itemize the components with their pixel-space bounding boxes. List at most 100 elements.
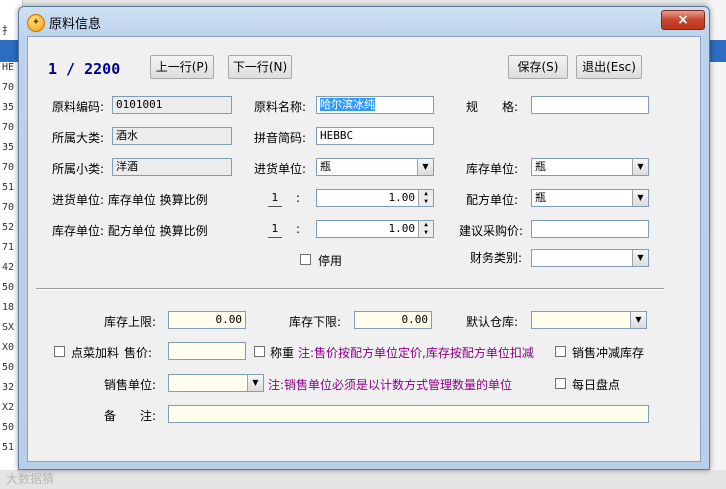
background-row-label: X2 — [2, 402, 15, 413]
close-button[interactable]: × — [661, 10, 705, 30]
background-row-label: 50 — [2, 282, 15, 293]
ratio1-spinner[interactable]: 1.00 ▲ ▼ — [316, 189, 434, 207]
dialog-body: 1 / 2200 上一行(P) 下一行(N) 保存(S) 退出(Esc) 原料编… — [27, 36, 701, 462]
ratio2-spinner[interactable]: 1.00 ▲ ▼ — [316, 220, 434, 238]
chevron-down-icon[interactable]: ▼ — [632, 190, 648, 206]
sale-unit-label: 销售单位: — [104, 378, 157, 392]
ratio1-colon: : — [296, 191, 301, 205]
recipe-unit-select[interactable]: 瓶 ▼ — [531, 189, 649, 207]
chevron-down-icon[interactable]: ▼ — [247, 375, 263, 391]
background-row-label: 35 — [2, 102, 15, 113]
pinyin-label: 拼音简码: — [254, 131, 307, 145]
stock-min-label: 库存下限: — [289, 315, 342, 329]
sale-offset-checkbox[interactable] — [555, 346, 566, 357]
ratio2-one: 1 — [268, 221, 282, 238]
ratio2-colon: : — [296, 222, 301, 236]
stock-max-label: 库存上限: — [104, 315, 157, 329]
background-row-label: 扌 — [2, 26, 12, 37]
subcategory-label: 所属小类: — [52, 162, 105, 176]
app-logo-icon: ✦ — [27, 14, 45, 32]
category-label: 所属大类: — [52, 131, 105, 145]
warehouse-label: 默认仓库: — [466, 315, 519, 329]
spinner-arrows-icon[interactable]: ▲ ▼ — [418, 221, 433, 237]
sale-offset-label: 销售冲减库存 — [572, 346, 645, 360]
chevron-down-icon[interactable]: ▼ — [417, 159, 433, 175]
background-row-label: 70 — [2, 82, 15, 93]
name-label: 原料名称: — [254, 100, 307, 114]
background-row-label: 52 — [2, 222, 15, 233]
spec-label: 规 格: — [466, 100, 519, 114]
watermark-text: 大数据猜 — [6, 472, 55, 486]
subcategory-field[interactable]: 洋酒 — [112, 158, 232, 176]
finance-label: 财务类别: — [470, 251, 523, 265]
background-row-label: 70 — [2, 122, 15, 133]
chevron-down-icon[interactable]: ▼ — [632, 250, 648, 266]
background-row-label: 32 — [2, 382, 15, 393]
background-row-label: 70 — [2, 162, 15, 173]
background-row-label: 50 — [2, 362, 15, 373]
material-info-dialog: ✦ 原料信息 × 1 / 2200 上一行(P) 下一行(N) 保存(S) 退出… — [18, 6, 710, 470]
spec-field[interactable] — [531, 96, 649, 114]
background-row-label: 71 — [2, 242, 15, 253]
background-row-label: 18 — [2, 302, 15, 313]
section-divider — [36, 288, 664, 290]
window-title: 原料信息 — [49, 17, 102, 32]
disabled-checkbox[interactable] — [300, 254, 311, 265]
category-field[interactable]: 酒水 — [112, 127, 232, 145]
ratio1-one: 1 — [268, 190, 282, 207]
sale-unit-select[interactable]: ▼ — [168, 374, 264, 392]
daily-check-label: 每日盘点 — [572, 378, 621, 392]
record-counter: 1 / 2200 — [48, 60, 121, 78]
stock-unit-value: 瓶 — [535, 160, 546, 173]
addon-checkbox[interactable] — [54, 346, 65, 357]
ratio2-label: 库存单位: 配方单位 换算比例 — [52, 224, 208, 238]
weigh-note: 注:售价按配方单位定价,库存按配方单位扣减 — [298, 346, 534, 360]
exit-button[interactable]: 退出(Esc) — [576, 55, 642, 79]
background-row-label: 51 — [2, 442, 15, 453]
chevron-down-icon[interactable]: ▼ — [630, 312, 646, 328]
warehouse-select[interactable]: ▼ — [531, 311, 647, 329]
daily-check-checkbox[interactable] — [555, 378, 566, 389]
sale-price-field[interactable] — [168, 342, 246, 360]
background-right-strip — [708, 0, 726, 489]
background-right-selected — [708, 40, 726, 62]
stock-unit-label: 库存单位: — [466, 162, 519, 176]
next-row-button[interactable]: 下一行(N) — [228, 55, 292, 79]
purchase-unit-select[interactable]: 瓶 ▼ — [316, 158, 434, 176]
code-field[interactable]: 0101001 — [112, 96, 232, 114]
spinner-arrows-icon[interactable]: ▲ ▼ — [418, 190, 433, 206]
stock-unit-select[interactable]: 瓶 ▼ — [531, 158, 649, 176]
background-row-label: 51 — [2, 182, 15, 193]
ratio1-value: 1.00 — [388, 191, 416, 204]
background-row-label: X0 — [2, 342, 15, 353]
ratio2-value: 1.00 — [388, 222, 416, 235]
name-value: 哈尔滨冰纯 — [320, 98, 375, 111]
pinyin-field[interactable]: HEBBC — [316, 127, 434, 145]
background-row-label: 35 — [2, 142, 15, 153]
recipe-unit-label: 配方单位: — [466, 193, 519, 207]
weigh-checkbox[interactable] — [254, 346, 265, 357]
suggest-price-field[interactable] — [531, 220, 649, 238]
disabled-label: 停用 — [318, 254, 343, 268]
chevron-down-icon[interactable]: ▼ — [632, 159, 648, 175]
stock-max-field[interactable]: 0.00 — [168, 311, 246, 329]
background-row-label: HE — [2, 62, 15, 73]
sale-price-label: 售价: — [124, 346, 153, 360]
background-row-label: 70 — [2, 202, 15, 213]
addon-label: 点菜加料 — [71, 346, 120, 360]
name-field[interactable]: 哈尔滨冰纯 — [316, 96, 434, 114]
purchase-unit-value: 瓶 — [320, 160, 331, 173]
remark-label: 备 注: — [104, 409, 157, 423]
weigh-label: 称重 — [270, 346, 295, 360]
prev-row-button[interactable]: 上一行(P) — [150, 55, 214, 79]
background-status-bar — [0, 470, 726, 489]
code-label: 原料编码: — [52, 100, 105, 114]
finance-select[interactable]: ▼ — [531, 249, 649, 267]
remark-field[interactable] — [168, 405, 649, 423]
stock-min-field[interactable]: 0.00 — [354, 311, 432, 329]
recipe-unit-value: 瓶 — [535, 191, 546, 204]
sale-unit-note: 注:销售单位必须是以计数方式管理数量的单位 — [268, 378, 513, 392]
save-button[interactable]: 保存(S) — [508, 55, 568, 79]
background-row-label: 42 — [2, 262, 15, 273]
suggest-price-label: 建议采购价: — [459, 224, 524, 238]
